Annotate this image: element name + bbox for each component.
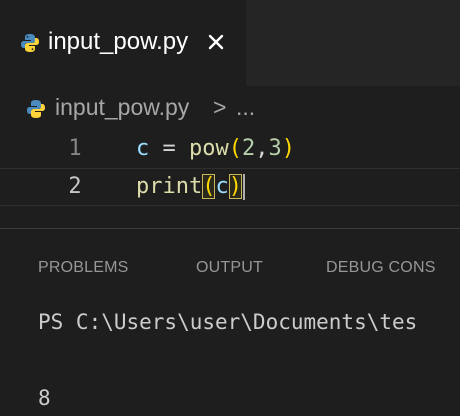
text-cursor xyxy=(242,174,245,200)
terminal-prompt[interactable]: PS C:\Users\user\Documents\tes xyxy=(38,307,417,337)
token-bracket: ) xyxy=(281,136,295,161)
line-number: 1 xyxy=(68,136,82,161)
tab-title: input_pow.py xyxy=(48,28,189,55)
code-line[interactable]: 1 c = pow(2,3) xyxy=(0,130,460,168)
editor-tab-input-pow[interactable]: input_pow.py xyxy=(0,0,246,86)
breadcrumb-more[interactable]: ... xyxy=(236,92,255,122)
code-editor[interactable]: 1 c = pow(2,3) 2 print(c) xyxy=(0,130,460,226)
token-variable: c xyxy=(136,136,150,161)
token-function: pow xyxy=(189,136,229,161)
code-text: print(c) xyxy=(136,168,245,206)
token-variable: c xyxy=(215,174,229,199)
python-file-icon xyxy=(20,33,40,57)
token-bracket: ( xyxy=(228,136,242,161)
close-icon[interactable] xyxy=(205,31,227,53)
breadcrumb: input_pow.py > ... xyxy=(0,86,460,130)
tab-output[interactable]: OUTPUT xyxy=(196,257,263,279)
code-text: c = pow(2,3) xyxy=(136,130,295,168)
code-line-current[interactable]: 2 print(c) xyxy=(0,168,460,206)
token-bracket-matched: ) xyxy=(228,174,242,199)
terminal-output: 8 xyxy=(38,386,51,410)
line-number: 2 xyxy=(68,174,82,199)
token-number: 2 xyxy=(242,136,256,161)
tab-problems[interactable]: PROBLEMS xyxy=(38,257,129,279)
bottom-panel: PROBLEMS OUTPUT DEBUG CONS PS C:\Users\u… xyxy=(0,229,460,416)
tab-debug-console[interactable]: DEBUG CONS xyxy=(326,257,436,279)
token-number: 3 xyxy=(268,136,282,161)
token-bracket-matched: ( xyxy=(202,174,216,199)
breadcrumb-separator: > xyxy=(213,94,227,120)
python-file-icon xyxy=(26,99,46,123)
token-comma: , xyxy=(255,136,269,161)
token-function: print xyxy=(136,174,203,199)
breadcrumb-file[interactable]: input_pow.py xyxy=(55,92,189,122)
tab-bar: input_pow.py xyxy=(0,0,460,86)
token-operator: = xyxy=(149,136,189,161)
